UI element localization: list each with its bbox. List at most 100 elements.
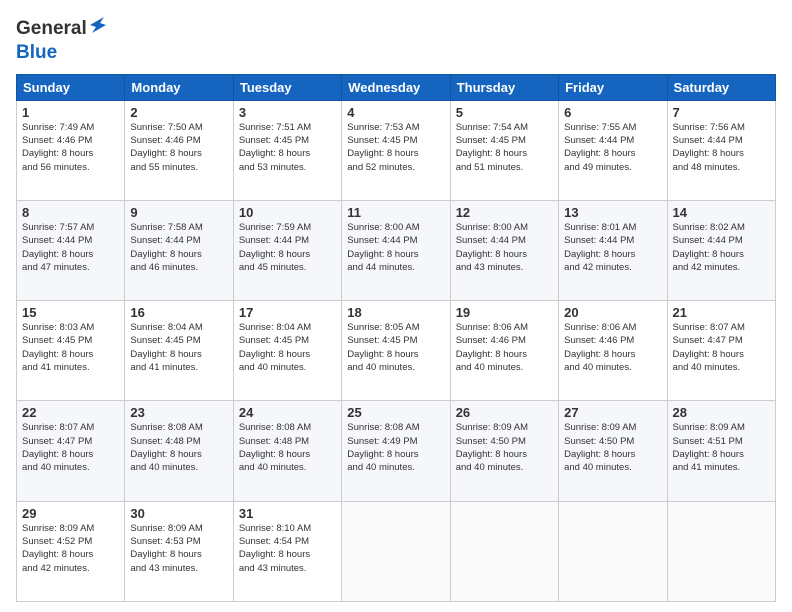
weekday-header-sunday: Sunday	[17, 74, 125, 100]
calendar-cell: 15 Sunrise: 8:03 AMSunset: 4:45 PMDaylig…	[17, 301, 125, 401]
day-detail: Sunrise: 8:06 AMSunset: 4:46 PMDaylight:…	[456, 321, 553, 374]
page: General Blue SundayMondayTuesdayWednesda…	[0, 0, 792, 612]
calendar-cell: 14 Sunrise: 8:02 AMSunset: 4:44 PMDaylig…	[667, 200, 775, 300]
day-number: 12	[456, 205, 553, 220]
day-detail: Sunrise: 8:09 AMSunset: 4:53 PMDaylight:…	[130, 522, 227, 575]
day-number: 28	[673, 405, 770, 420]
calendar-cell: 20 Sunrise: 8:06 AMSunset: 4:46 PMDaylig…	[559, 301, 667, 401]
day-detail: Sunrise: 8:09 AMSunset: 4:52 PMDaylight:…	[22, 522, 119, 575]
day-number: 20	[564, 305, 661, 320]
weekday-header-friday: Friday	[559, 74, 667, 100]
day-number: 26	[456, 405, 553, 420]
calendar-cell: 10 Sunrise: 7:59 AMSunset: 4:44 PMDaylig…	[233, 200, 341, 300]
day-number: 1	[22, 105, 119, 120]
calendar-cell: 30 Sunrise: 8:09 AMSunset: 4:53 PMDaylig…	[125, 501, 233, 601]
day-detail: Sunrise: 8:04 AMSunset: 4:45 PMDaylight:…	[239, 321, 336, 374]
weekday-header-tuesday: Tuesday	[233, 74, 341, 100]
weekday-header-thursday: Thursday	[450, 74, 558, 100]
calendar-cell: 26 Sunrise: 8:09 AMSunset: 4:50 PMDaylig…	[450, 401, 558, 501]
calendar-cell: 9 Sunrise: 7:58 AMSunset: 4:44 PMDayligh…	[125, 200, 233, 300]
day-detail: Sunrise: 8:10 AMSunset: 4:54 PMDaylight:…	[239, 522, 336, 575]
day-number: 19	[456, 305, 553, 320]
calendar-cell: 8 Sunrise: 7:57 AMSunset: 4:44 PMDayligh…	[17, 200, 125, 300]
calendar-cell	[450, 501, 558, 601]
weekday-header-monday: Monday	[125, 74, 233, 100]
day-detail: Sunrise: 8:03 AMSunset: 4:45 PMDaylight:…	[22, 321, 119, 374]
logo: General Blue	[16, 16, 109, 64]
day-number: 16	[130, 305, 227, 320]
calendar-cell: 21 Sunrise: 8:07 AMSunset: 4:47 PMDaylig…	[667, 301, 775, 401]
day-detail: Sunrise: 8:00 AMSunset: 4:44 PMDaylight:…	[347, 221, 444, 274]
header: General Blue	[16, 16, 776, 64]
day-number: 14	[673, 205, 770, 220]
day-number: 31	[239, 506, 336, 521]
day-detail: Sunrise: 7:58 AMSunset: 4:44 PMDaylight:…	[130, 221, 227, 274]
calendar-cell	[559, 501, 667, 601]
day-detail: Sunrise: 7:57 AMSunset: 4:44 PMDaylight:…	[22, 221, 119, 274]
day-number: 25	[347, 405, 444, 420]
day-detail: Sunrise: 8:09 AMSunset: 4:50 PMDaylight:…	[456, 421, 553, 474]
calendar-cell: 27 Sunrise: 8:09 AMSunset: 4:50 PMDaylig…	[559, 401, 667, 501]
calendar-cell	[342, 501, 450, 601]
day-number: 5	[456, 105, 553, 120]
calendar-cell: 4 Sunrise: 7:53 AMSunset: 4:45 PMDayligh…	[342, 100, 450, 200]
day-detail: Sunrise: 8:08 AMSunset: 4:48 PMDaylight:…	[130, 421, 227, 474]
day-number: 10	[239, 205, 336, 220]
day-number: 22	[22, 405, 119, 420]
day-number: 4	[347, 105, 444, 120]
calendar-cell: 17 Sunrise: 8:04 AMSunset: 4:45 PMDaylig…	[233, 301, 341, 401]
calendar-cell: 19 Sunrise: 8:06 AMSunset: 4:46 PMDaylig…	[450, 301, 558, 401]
calendar-cell: 18 Sunrise: 8:05 AMSunset: 4:45 PMDaylig…	[342, 301, 450, 401]
day-number: 24	[239, 405, 336, 420]
calendar-cell: 24 Sunrise: 8:08 AMSunset: 4:48 PMDaylig…	[233, 401, 341, 501]
day-detail: Sunrise: 8:09 AMSunset: 4:51 PMDaylight:…	[673, 421, 770, 474]
calendar-cell: 22 Sunrise: 8:07 AMSunset: 4:47 PMDaylig…	[17, 401, 125, 501]
calendar-cell: 1 Sunrise: 7:49 AMSunset: 4:46 PMDayligh…	[17, 100, 125, 200]
day-detail: Sunrise: 8:05 AMSunset: 4:45 PMDaylight:…	[347, 321, 444, 374]
day-number: 3	[239, 105, 336, 120]
calendar-cell: 29 Sunrise: 8:09 AMSunset: 4:52 PMDaylig…	[17, 501, 125, 601]
day-number: 6	[564, 105, 661, 120]
day-number: 29	[22, 506, 119, 521]
day-detail: Sunrise: 8:08 AMSunset: 4:49 PMDaylight:…	[347, 421, 444, 474]
calendar-cell: 13 Sunrise: 8:01 AMSunset: 4:44 PMDaylig…	[559, 200, 667, 300]
day-detail: Sunrise: 7:49 AMSunset: 4:46 PMDaylight:…	[22, 121, 119, 174]
calendar-cell: 7 Sunrise: 7:56 AMSunset: 4:44 PMDayligh…	[667, 100, 775, 200]
day-number: 17	[239, 305, 336, 320]
day-detail: Sunrise: 7:51 AMSunset: 4:45 PMDaylight:…	[239, 121, 336, 174]
weekday-header-saturday: Saturday	[667, 74, 775, 100]
calendar-cell: 25 Sunrise: 8:08 AMSunset: 4:49 PMDaylig…	[342, 401, 450, 501]
day-number: 7	[673, 105, 770, 120]
calendar-cell: 11 Sunrise: 8:00 AMSunset: 4:44 PMDaylig…	[342, 200, 450, 300]
calendar-cell: 31 Sunrise: 8:10 AMSunset: 4:54 PMDaylig…	[233, 501, 341, 601]
calendar-cell	[667, 501, 775, 601]
calendar-cell: 23 Sunrise: 8:08 AMSunset: 4:48 PMDaylig…	[125, 401, 233, 501]
day-number: 13	[564, 205, 661, 220]
calendar-cell: 28 Sunrise: 8:09 AMSunset: 4:51 PMDaylig…	[667, 401, 775, 501]
day-number: 18	[347, 305, 444, 320]
calendar-cell: 6 Sunrise: 7:55 AMSunset: 4:44 PMDayligh…	[559, 100, 667, 200]
calendar-cell: 5 Sunrise: 7:54 AMSunset: 4:45 PMDayligh…	[450, 100, 558, 200]
day-detail: Sunrise: 8:08 AMSunset: 4:48 PMDaylight:…	[239, 421, 336, 474]
weekday-header-wednesday: Wednesday	[342, 74, 450, 100]
day-detail: Sunrise: 7:53 AMSunset: 4:45 PMDaylight:…	[347, 121, 444, 174]
calendar-cell: 3 Sunrise: 7:51 AMSunset: 4:45 PMDayligh…	[233, 100, 341, 200]
day-detail: Sunrise: 8:01 AMSunset: 4:44 PMDaylight:…	[564, 221, 661, 274]
calendar-cell: 16 Sunrise: 8:04 AMSunset: 4:45 PMDaylig…	[125, 301, 233, 401]
day-detail: Sunrise: 7:50 AMSunset: 4:46 PMDaylight:…	[130, 121, 227, 174]
day-detail: Sunrise: 7:55 AMSunset: 4:44 PMDaylight:…	[564, 121, 661, 174]
day-detail: Sunrise: 8:07 AMSunset: 4:47 PMDaylight:…	[673, 321, 770, 374]
day-detail: Sunrise: 8:07 AMSunset: 4:47 PMDaylight:…	[22, 421, 119, 474]
day-number: 2	[130, 105, 227, 120]
day-number: 30	[130, 506, 227, 521]
day-detail: Sunrise: 8:02 AMSunset: 4:44 PMDaylight:…	[673, 221, 770, 274]
day-detail: Sunrise: 8:09 AMSunset: 4:50 PMDaylight:…	[564, 421, 661, 474]
day-detail: Sunrise: 7:56 AMSunset: 4:44 PMDaylight:…	[673, 121, 770, 174]
day-detail: Sunrise: 8:06 AMSunset: 4:46 PMDaylight:…	[564, 321, 661, 374]
day-detail: Sunrise: 8:04 AMSunset: 4:45 PMDaylight:…	[130, 321, 227, 374]
day-number: 9	[130, 205, 227, 220]
day-detail: Sunrise: 8:00 AMSunset: 4:44 PMDaylight:…	[456, 221, 553, 274]
day-detail: Sunrise: 7:59 AMSunset: 4:44 PMDaylight:…	[239, 221, 336, 274]
calendar-cell: 12 Sunrise: 8:00 AMSunset: 4:44 PMDaylig…	[450, 200, 558, 300]
calendar-table: SundayMondayTuesdayWednesdayThursdayFrid…	[16, 74, 776, 602]
